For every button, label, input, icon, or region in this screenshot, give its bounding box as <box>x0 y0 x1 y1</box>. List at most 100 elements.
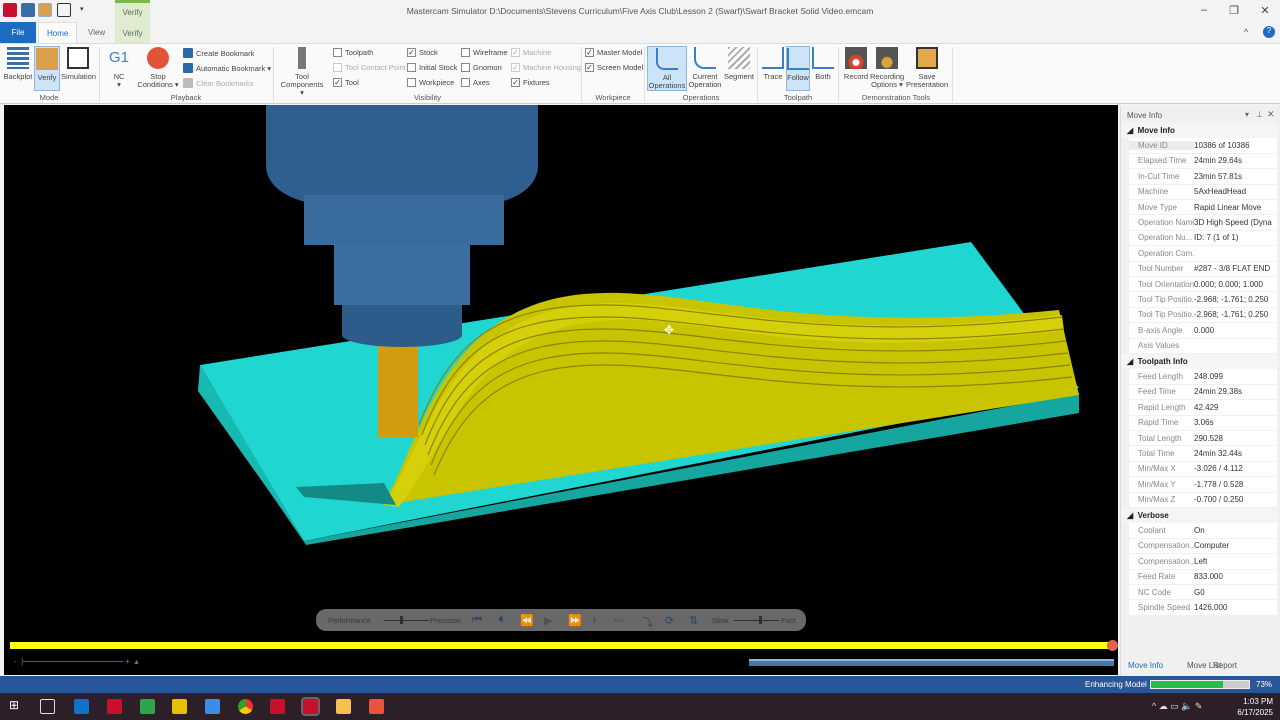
automatic-bookmark-button[interactable]: Automatic Bookmark ▾ <box>183 63 271 73</box>
section-header-verbose[interactable]: ◢ Verbose <box>1121 508 1277 524</box>
collapse-ribbon-icon[interactable]: ^ <box>1244 27 1248 37</box>
system-tray-icons[interactable]: ^ ☁ ▭ 🔈 ✎ <box>1152 701 1202 712</box>
tab-file[interactable]: File <box>0 22 36 43</box>
property-row[interactable]: Total Length 290.528 <box>1129 431 1277 447</box>
visibility-checkbox-machine-housing[interactable]: ✓ Machine Housing <box>511 63 581 72</box>
property-row[interactable]: Min/Max Z -0.700 / 0.250 <box>1129 492 1277 508</box>
master-model-checkbox[interactable]: ✓ Master Model <box>585 48 642 57</box>
mastercam-app-icon[interactable] <box>107 699 122 714</box>
simulation-progress-bar[interactable] <box>10 642 1112 649</box>
property-row[interactable]: Operation Name 3D High Speed (Dyna <box>1129 215 1277 231</box>
backplot-button[interactable]: Backplot <box>3 46 33 81</box>
checkbox-box[interactable] <box>407 78 416 87</box>
speed-slider[interactable] <box>734 620 779 621</box>
property-row[interactable]: Coolant On <box>1129 523 1277 539</box>
green-app-icon[interactable] <box>140 699 155 714</box>
visibility-checkbox-axes[interactable]: Axes <box>461 78 490 87</box>
panel-dropdown-icon[interactable]: ▾ <box>1245 110 1249 119</box>
property-row[interactable]: Compensation... Left <box>1129 554 1277 570</box>
property-row[interactable]: Tool Tip Positio... -2.968; -1.761; 0.250 <box>1129 292 1277 308</box>
property-row[interactable]: Operation Nu... ID: 7 (1 of 1) <box>1129 230 1277 247</box>
property-row[interactable]: Feed Rate 833.000 <box>1129 569 1277 585</box>
tool-components-button[interactable]: Tool Components ▾ <box>278 46 326 97</box>
step-back-icon[interactable]: ⏴ <box>498 614 504 627</box>
all-operations-button[interactable]: All Operations <box>647 46 687 91</box>
visibility-checkbox-machine[interactable]: ✓ Machine <box>511 48 551 57</box>
panel-tab-move-info[interactable]: Move Info <box>1128 661 1163 670</box>
step-forward-icon[interactable]: ⏵ <box>592 614 598 627</box>
property-row[interactable]: Min/Max Y -1.778 / 0.528 <box>1129 477 1277 493</box>
fast-forward-icon[interactable]: ⏩ <box>568 614 582 627</box>
checkbox-box[interactable] <box>333 48 342 57</box>
property-row[interactable]: Rapid Length 42.429 <box>1129 400 1277 416</box>
windows-start-icon[interactable]: ⊞ <box>9 698 24 713</box>
visibility-checkbox-tool[interactable]: ✓ Tool <box>333 78 359 87</box>
yellow-app-icon[interactable] <box>172 699 187 714</box>
section-header-toolpath-info[interactable]: ◢ Toolpath Info <box>1121 354 1277 370</box>
property-row[interactable]: NC Code G0 <box>1129 585 1277 601</box>
property-row[interactable]: Axis Values <box>1129 338 1277 354</box>
visibility-checkbox-fixtures[interactable]: ✓ Fixtures <box>511 78 550 87</box>
loop-icon[interactable]: ⟳ <box>665 614 674 627</box>
panel-close-icon[interactable]: ✕ <box>1267 109 1275 120</box>
property-row[interactable]: Compensation... Computer <box>1129 538 1277 555</box>
visibility-checkbox-initial-stock[interactable]: Initial Stock <box>407 63 457 72</box>
simulation-viewport[interactable]: ✥ Performance Precision ⏮ ⏴ ⏪ ▶ ⏩ ⏵ ⏭ ⤵ … <box>4 105 1118 675</box>
visibility-checkbox-workpiece[interactable]: Workpiece <box>407 78 454 87</box>
quality-slider[interactable] <box>384 620 429 621</box>
follow-button[interactable]: Follow <box>786 46 810 91</box>
save-presentation-button[interactable]: Save Presentation <box>906 46 948 89</box>
checkbox-box[interactable] <box>461 48 470 57</box>
clock-time[interactable]: 1:03 PM <box>1235 696 1273 707</box>
checkbox-box[interactable]: ✓ <box>511 48 520 57</box>
tab-home[interactable]: Home <box>38 22 78 43</box>
property-row[interactable]: Feed Time 24min 29.38s <box>1129 384 1277 401</box>
segment-button[interactable]: Segment <box>723 46 755 81</box>
property-row[interactable]: Tool Tip Positio... -2.968; -1.761; 0.250 <box>1129 307 1277 324</box>
property-row[interactable]: In-Cut Time 23min 57.81s <box>1129 169 1277 185</box>
verify-button[interactable]: Verify <box>34 46 60 91</box>
property-row[interactable]: Move ID 10386 of 10386 <box>1129 138 1277 154</box>
visibility-checkbox-gnomon[interactable]: Gnomon <box>461 63 502 72</box>
rewind-icon[interactable]: ⏪ <box>520 614 534 627</box>
checkbox-box[interactable] <box>461 63 470 72</box>
nc-button[interactable]: G1 NC ▾ <box>105 46 133 89</box>
panel-tab-report[interactable]: Report <box>1213 661 1237 670</box>
timeline-zoom-slider[interactable]: - | + ▴ <box>14 657 164 669</box>
red-app-icon[interactable] <box>369 699 384 714</box>
property-row[interactable]: Total Time 24min 32.44s <box>1129 446 1277 462</box>
file-explorer-icon[interactable] <box>336 699 351 714</box>
property-row[interactable]: Machine 5AxHeadHead <box>1129 184 1277 200</box>
property-row[interactable]: Rapid Time 3.06s <box>1129 415 1277 431</box>
visibility-checkbox-stock[interactable]: ✓ Stock <box>407 48 438 57</box>
chrome-icon[interactable] <box>238 699 253 714</box>
stop-conditions-button[interactable]: Stop Conditions ▾ <box>136 46 180 89</box>
checkbox-box[interactable] <box>461 78 470 87</box>
recording-options-button[interactable]: Recording Options ▾ <box>870 46 904 89</box>
property-row[interactable]: Tool Number #287 - 3/8 FLAT END <box>1129 261 1277 277</box>
bookmark-icon[interactable]: ⤵ <box>642 614 653 630</box>
property-row[interactable]: Min/Max X -3.026 / 4.112 <box>1129 461 1277 478</box>
pin-icon[interactable]: ⊥ <box>1256 110 1263 119</box>
property-row[interactable]: Feed Length 248.099 <box>1129 369 1277 385</box>
go-to-start-icon[interactable]: ⏮ <box>472 614 482 627</box>
speed-slider-handle[interactable] <box>759 616 762 624</box>
task-view-icon[interactable] <box>40 699 55 714</box>
outlook-icon[interactable] <box>74 699 89 714</box>
close-button[interactable]: ✕ <box>1250 4 1280 17</box>
checkbox-box[interactable]: ✓ <box>511 78 520 87</box>
trace-button[interactable]: Trace <box>761 46 785 81</box>
play-icon[interactable]: ▶ <box>544 614 552 627</box>
current-operation-button[interactable]: Current Operation <box>688 46 722 89</box>
reverse-icon[interactable]: ⇅ <box>689 614 698 627</box>
both-button[interactable]: Both <box>811 46 835 81</box>
minimize-button[interactable]: – <box>1189 4 1219 16</box>
help-icon[interactable]: ? <box>1263 26 1275 38</box>
property-row[interactable]: Move Type Rapid Linear Move <box>1129 200 1277 216</box>
visibility-checkbox-tool-contact-point[interactable]: Tool Contact Point <box>333 63 406 72</box>
timeline-scrollbar[interactable] <box>749 659 1114 666</box>
clear-bookmarks-button[interactable]: Clear Bookmarks <box>183 78 254 88</box>
mastercam-2025-icon[interactable] <box>270 699 285 714</box>
property-row[interactable]: Operation Com... <box>1129 246 1277 262</box>
screen-model-checkbox[interactable]: ✓ Screen Model <box>585 63 643 72</box>
